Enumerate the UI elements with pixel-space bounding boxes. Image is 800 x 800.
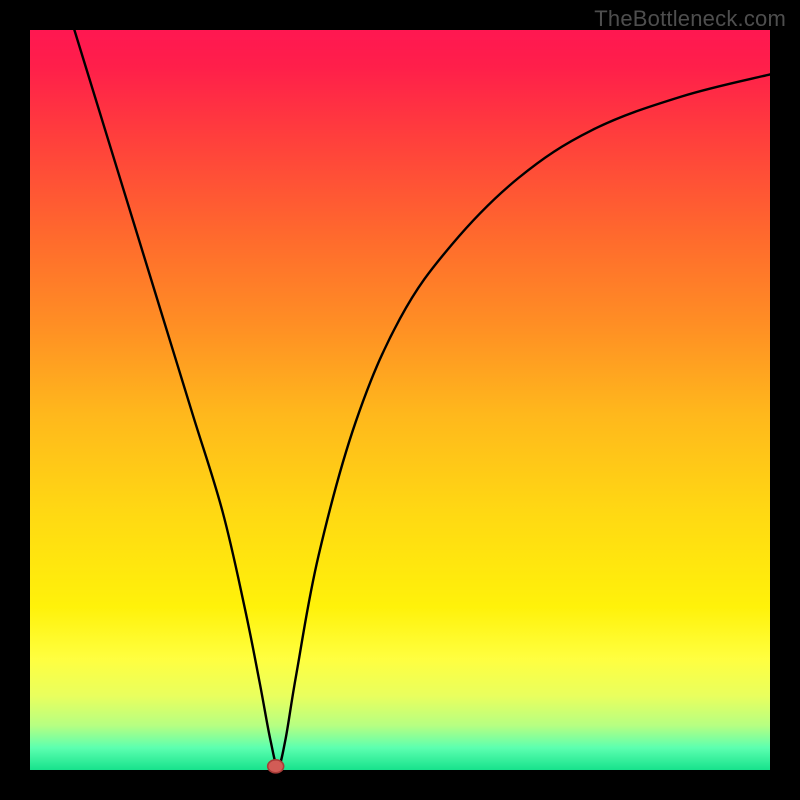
chart-svg	[30, 30, 770, 770]
plot-area	[30, 30, 770, 770]
chart-frame: TheBottleneck.com	[0, 0, 800, 800]
watermark-text: TheBottleneck.com	[594, 6, 786, 32]
bottleneck-curve	[74, 30, 770, 766]
